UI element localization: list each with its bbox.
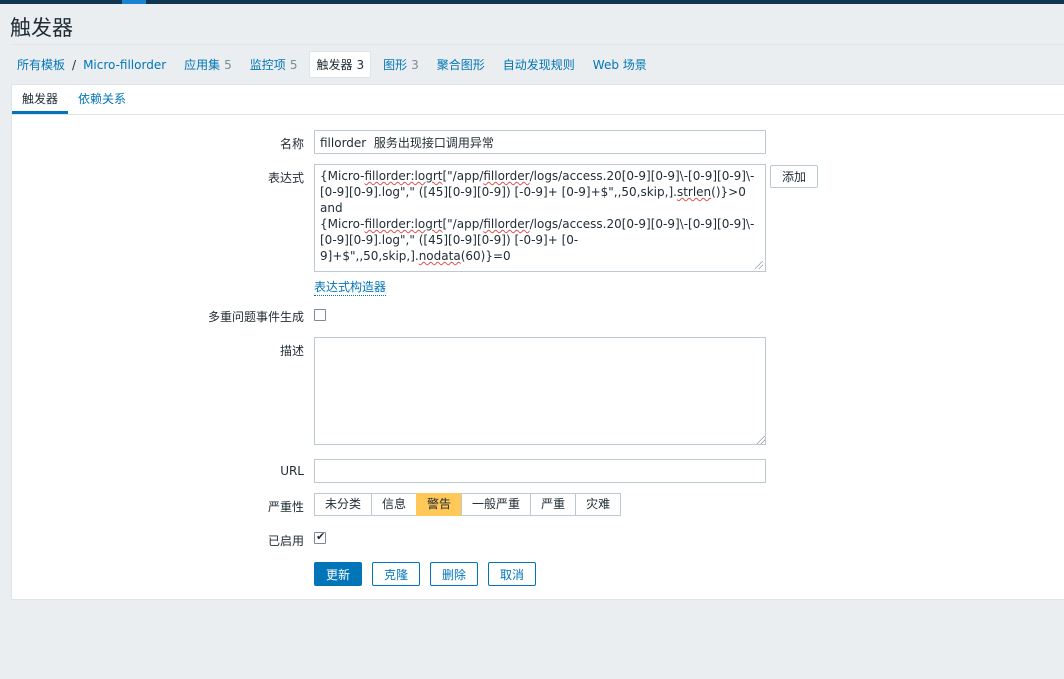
expression-textarea[interactable]: {Micro-fillorder:logrt["/app/fillorder/l… bbox=[314, 164, 766, 272]
subtab-trigger[interactable]: 触发器 bbox=[12, 85, 69, 114]
resize-handle-icon[interactable] bbox=[755, 261, 763, 269]
breadcrumb-separator: / bbox=[72, 57, 77, 72]
breadcrumb: 所有模板 / Micro-fillorder 应用集 5 监控项 5 触发器 3 图形… bbox=[11, 44, 1064, 84]
url-label: URL bbox=[280, 464, 304, 478]
severity-high[interactable]: 严重 bbox=[530, 493, 577, 516]
severity-warning[interactable]: 警告 bbox=[416, 493, 463, 516]
description-label: 描述 bbox=[279, 344, 304, 358]
nav-tab-triggers[interactable]: 触发器 3 bbox=[309, 51, 372, 78]
subtab-dependencies[interactable]: 依赖关系 bbox=[68, 85, 136, 114]
clone-button[interactable]: 克隆 bbox=[372, 562, 420, 586]
update-button[interactable]: 更新 bbox=[314, 562, 362, 586]
nav-tab-graphs[interactable]: 图形 3 bbox=[383, 56, 419, 73]
expression-label: 表达式 bbox=[267, 171, 304, 185]
url-input[interactable] bbox=[314, 459, 766, 483]
checkmark-icon: ✔ bbox=[316, 530, 326, 543]
delete-button[interactable]: 删除 bbox=[430, 562, 478, 586]
nav-tab-web-scenarios[interactable]: Web 场景 bbox=[593, 56, 647, 73]
severity-disaster[interactable]: 灾难 bbox=[575, 493, 622, 516]
breadcrumb-all-templates[interactable]: 所有模板 bbox=[17, 56, 65, 73]
name-input[interactable] bbox=[314, 130, 766, 154]
name-label: 名称 bbox=[279, 137, 304, 151]
page-title: 触发器 bbox=[10, 16, 73, 40]
nav-tab-applications[interactable]: 应用集 5 bbox=[184, 56, 232, 73]
severity-not-classified[interactable]: 未分类 bbox=[314, 493, 373, 516]
expression-builder-link[interactable]: 表达式构造器 bbox=[314, 278, 387, 296]
nav-tab-screens[interactable]: 聚合图形 bbox=[437, 56, 485, 73]
severity-selector: 未分类 信息 警告 一般严重 严重 灾难 bbox=[314, 493, 622, 516]
description-resize-handle-icon[interactable] bbox=[757, 436, 765, 444]
top-header-bar bbox=[0, 0, 1064, 4]
breadcrumb-template-name[interactable]: Micro-fillorder bbox=[83, 58, 166, 72]
nav-tab-items[interactable]: 监控项 5 bbox=[250, 56, 298, 73]
active-menu-indicator bbox=[122, 0, 146, 4]
severity-information[interactable]: 信息 bbox=[371, 493, 418, 516]
severity-average[interactable]: 一般严重 bbox=[461, 493, 532, 516]
sub-tabs: 触发器 依赖关系 bbox=[12, 85, 1064, 115]
severity-label: 严重性 bbox=[267, 500, 304, 514]
enabled-label: 已启用 bbox=[267, 534, 304, 548]
multiple-events-checkbox[interactable] bbox=[314, 309, 326, 321]
add-expression-button[interactable]: 添加 bbox=[770, 165, 818, 188]
nav-tab-discovery-rules[interactable]: 自动发现规则 bbox=[503, 56, 575, 73]
description-textarea[interactable] bbox=[314, 337, 766, 445]
enabled-checkbox[interactable]: ✔ bbox=[314, 530, 326, 544]
cancel-button[interactable]: 取消 bbox=[488, 562, 536, 586]
trigger-form-panel: 触发器 依赖关系 名称 表达式 {Micro-fillorder:logrt["… bbox=[11, 84, 1064, 600]
multiple-events-label: 多重问题事件生成 bbox=[207, 310, 304, 324]
